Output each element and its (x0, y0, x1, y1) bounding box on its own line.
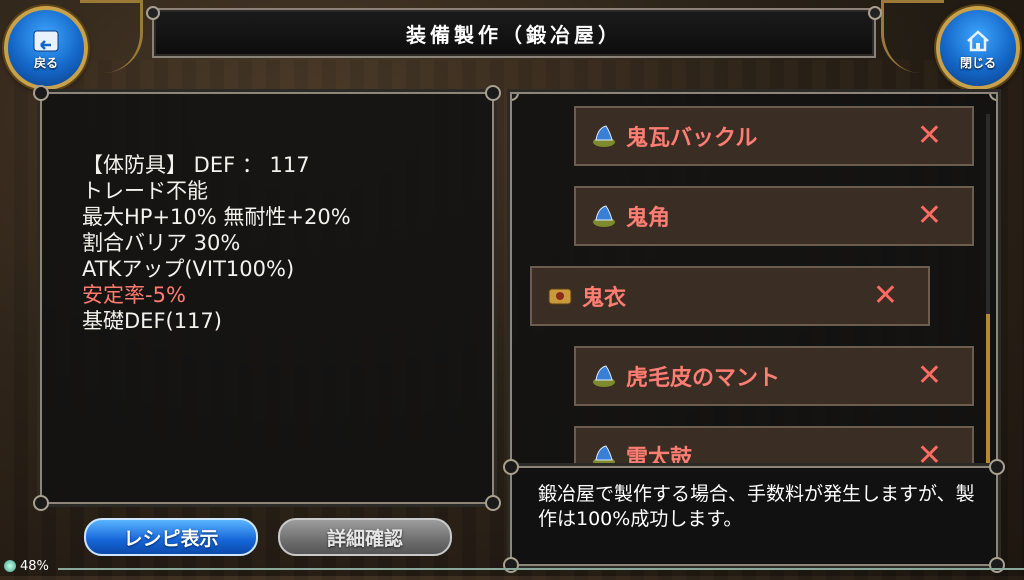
missing-mark: ✕ (916, 358, 942, 393)
status-line (58, 568, 1024, 570)
battery-icon (4, 560, 16, 572)
list-item-selected[interactable]: 鬼衣 ✕ (530, 266, 930, 326)
blue-ore-icon (593, 125, 615, 147)
missing-mark: ✕ (872, 278, 898, 313)
equipment-info-panel: 【体防具】 DEF ： 117 トレード不能 最大HP+10% 無耐性+20% … (33, 85, 501, 511)
material-name: 鬼衣 (582, 286, 627, 311)
recipe-button[interactable]: レシピ表示 (84, 518, 258, 556)
stat-line-penalty: 安定率-5% (82, 283, 186, 307)
back-arrow-icon (33, 30, 59, 51)
title-bar: 装備製作（鍛冶屋） (146, 6, 882, 58)
stat-line: 基礎DEF(117) (82, 309, 222, 333)
material-name: 鬼角 (626, 206, 671, 231)
list-item[interactable]: 鬼角 ✕ (574, 186, 974, 246)
missing-mark: ✕ (916, 118, 942, 153)
blue-ore-icon (593, 365, 615, 387)
message-box: 鍛冶屋で製作する場合、手数料が発生しますが、製作は100%成功します。 (503, 459, 1005, 573)
page-title: 装備製作（鍛冶屋） (406, 22, 622, 47)
close-button[interactable]: 閉じる (936, 6, 1020, 90)
missing-mark: ✕ (916, 198, 942, 233)
close-button-label: 閉じる (959, 55, 996, 70)
material-name: 虎毛皮のマント (626, 366, 781, 391)
stat-line: 割合バリア 30% (82, 231, 241, 255)
back-button[interactable]: 戻る (4, 6, 88, 90)
back-button-label: 戻る (33, 55, 58, 70)
detail-button[interactable]: 詳細確認 (278, 518, 452, 556)
material-name: 鬼瓦バックル (626, 126, 758, 151)
list-item[interactable]: 鬼瓦バックル ✕ (574, 106, 974, 166)
stat-line: 最大HP+10% 無耐性+20% (82, 205, 351, 229)
stat-line: トレード不能 (82, 179, 208, 203)
stat-line: 【体防具】 DEF ： 117 (82, 153, 310, 177)
scroll-thumb[interactable] (986, 314, 990, 474)
cloth-icon (548, 288, 572, 305)
equipment-stats: 【体防具】 DEF ： 117 トレード不能 最大HP+10% 無耐性+20% … (82, 152, 482, 334)
message-text: 鍛冶屋で製作する場合、手数料が発生しますが、製作は100%成功します。 (538, 483, 975, 530)
battery-percent: 48% (20, 558, 49, 574)
battery-status: 48% (0, 556, 49, 576)
home-icon (967, 29, 989, 51)
blue-ore-icon (593, 205, 615, 227)
stat-line: ATKアップ(VIT100%) (82, 257, 295, 281)
list-item[interactable]: 虎毛皮のマント ✕ (574, 346, 974, 406)
